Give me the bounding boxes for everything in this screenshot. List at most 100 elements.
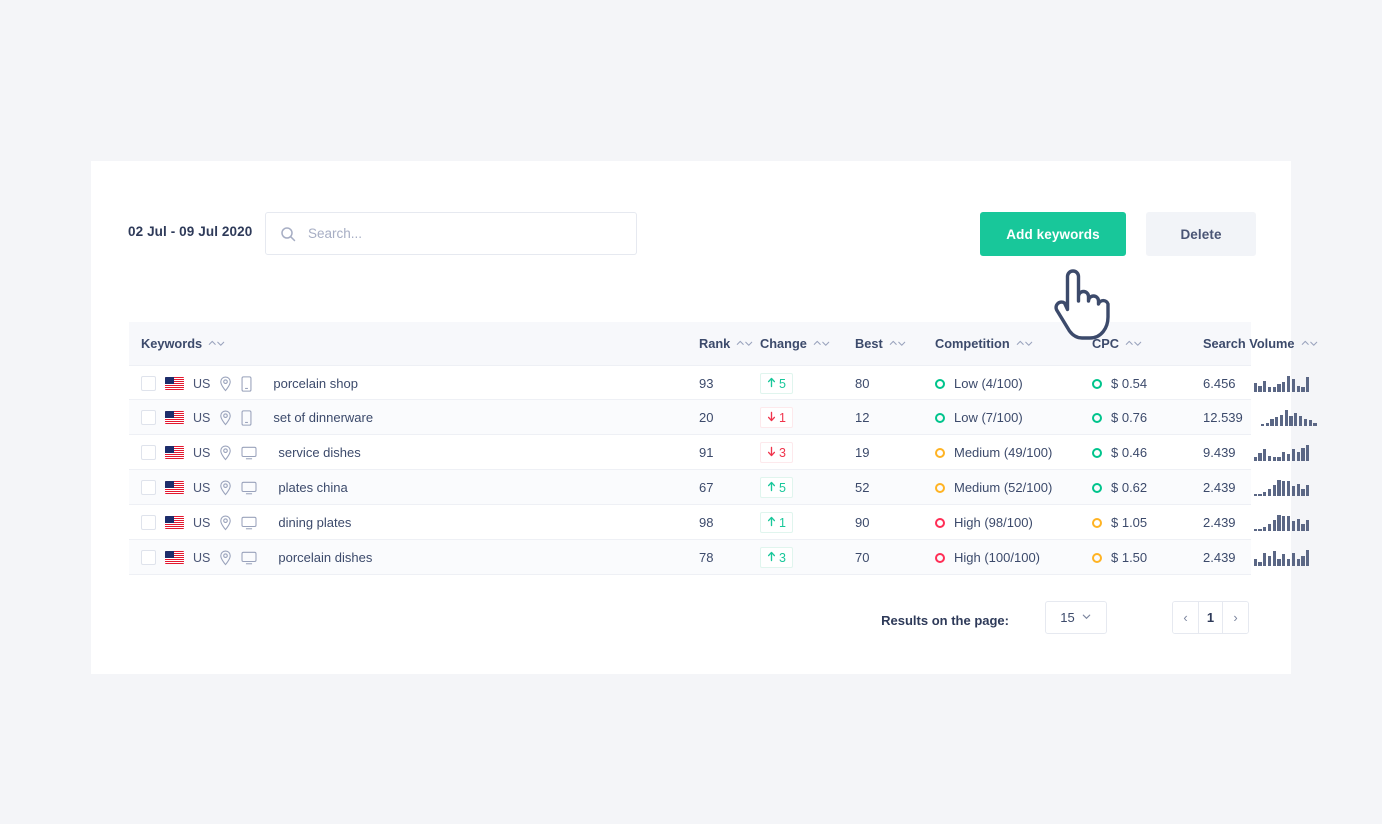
column-header-rank[interactable]: Rank [699,322,753,365]
keyword-text[interactable]: set of dinnerware [273,410,373,425]
search-input[interactable] [306,213,636,254]
keyword-cell: US plates china [141,470,348,505]
competition-cell: Low (4/100) [935,366,1023,401]
table-row[interactable]: US dining plates 98 1 90 High (98/100) $… [129,505,1310,540]
column-header-label: CPC [1092,336,1120,351]
column-header-keywords[interactable]: Keywords [141,322,225,365]
search-volume-sparkline [1253,479,1310,496]
flag-icon-us [165,516,184,529]
row-checkbox[interactable] [141,550,156,565]
search-icon [280,226,296,242]
table-row[interactable]: US set of dinnerware 20 1 12 Low (7/100)… [129,400,1317,435]
table-row[interactable]: US porcelain dishes 78 3 70 High (100/10… [129,540,1310,575]
keyword-text[interactable]: dining plates [278,515,351,530]
next-page-button[interactable]: › [1223,602,1248,633]
rank-value: 91 [699,445,714,460]
results-per-page-value: 15 [1060,610,1075,625]
row-checkbox[interactable] [141,445,156,460]
change-badge-up: 5 [760,373,793,394]
device-mobile-icon [241,409,252,426]
column-header-cpc[interactable]: CPC [1092,322,1142,365]
device-desktop-icon [241,446,257,460]
app-screen: 02 Jul - 09 Jul 2020 Add keywords Delete… [0,0,1382,824]
change-value: 3 [779,445,786,460]
flag-icon-us [165,481,184,494]
search-field[interactable] [265,212,637,255]
table-header-row: Keywords Rank Change Best Competition CP… [129,322,1317,365]
country-code: US [193,515,211,530]
change-value: 5 [779,480,786,495]
keyword-text[interactable]: porcelain dishes [278,550,372,565]
rank-value: 20 [699,410,714,425]
row-checkbox[interactable] [141,515,156,530]
keyword-text[interactable]: plates china [278,480,347,495]
column-header-label: Change [760,336,807,351]
page-number-1[interactable]: 1 [1198,602,1223,633]
row-checkbox[interactable] [141,480,156,495]
search-volume-value: 6.456 [1203,376,1236,391]
sort-icon[interactable] [1301,339,1318,348]
change-cell: 1 [760,400,793,435]
competition-text: Medium (49/100) [954,445,1053,460]
sort-icon[interactable] [889,339,906,348]
row-checkbox[interactable] [141,410,156,425]
competition-indicator-high [935,552,945,563]
sort-icon[interactable] [208,339,225,348]
country-code: US [193,376,211,391]
arrow-up-icon [767,551,776,565]
cpc-value: $ 0.46 [1111,445,1148,460]
location-pin-icon [219,410,232,426]
best-value: 70 [855,550,870,565]
table-row[interactable]: US service dishes 91 3 19 Medium (49/100… [129,435,1310,470]
prev-page-button[interactable]: ‹ [1173,602,1198,633]
country-code: US [193,480,211,495]
column-header-search_volume[interactable]: Search Volume [1203,322,1318,365]
arrow-down-icon [767,446,776,460]
column-header-competition[interactable]: Competition [935,322,1033,365]
change-cell: 1 [760,505,793,540]
search-volume-cell: 2.439 [1203,540,1310,575]
column-header-change[interactable]: Change [760,322,830,365]
results-per-page-select[interactable]: 15 [1045,601,1107,634]
cpc-cell: $ 0.62 [1092,470,1147,505]
rank-value: 78 [699,550,714,565]
keywords-table: Keywords Rank Change Best Competition CP… [129,322,1317,575]
sort-icon[interactable] [813,339,830,348]
keyword-cell: US service dishes [141,435,361,470]
device-mobile-icon [241,375,252,392]
search-volume-sparkline [1253,514,1310,531]
change-value: 5 [779,376,786,391]
country-code: US [193,550,211,565]
cpc-cell: $ 0.76 [1092,400,1147,435]
flag-icon-us [165,411,184,424]
chevron-down-icon [1081,610,1092,625]
table-row[interactable]: US porcelain shop 93 5 80 Low (4/100) $ … [129,365,1310,401]
sort-icon[interactable] [1125,339,1142,348]
competition-text: Low (4/100) [954,376,1023,391]
sort-icon[interactable] [1016,339,1033,348]
best-value: 19 [855,445,870,460]
competition-text: High (98/100) [954,515,1033,530]
cpc-cell: $ 1.50 [1092,540,1147,575]
add-keywords-button[interactable]: Add keywords [980,212,1126,256]
cpc-value: $ 1.05 [1111,515,1148,530]
keyword-text[interactable]: porcelain shop [273,376,358,391]
search-volume-value: 2.439 [1203,480,1236,495]
device-desktop-icon [241,551,257,565]
keyword-text[interactable]: service dishes [278,445,360,460]
search-volume-cell: 2.439 [1203,470,1310,505]
search-volume-cell: 9.439 [1203,435,1310,470]
results-per-page-label: Results on the page: [881,613,1009,628]
arrow-up-icon [767,377,776,391]
sort-icon[interactable] [736,339,753,348]
change-cell: 5 [760,366,793,401]
location-pin-icon [219,376,232,392]
cpc-cell: $ 1.05 [1092,505,1147,540]
table-row[interactable]: US plates china 67 5 52 Medium (52/100) … [129,470,1310,505]
rank-value: 98 [699,515,714,530]
delete-button[interactable]: Delete [1146,212,1256,256]
search-volume-value: 2.439 [1203,515,1236,530]
column-header-best[interactable]: Best [855,322,906,365]
search-volume-sparkline [1260,409,1317,426]
row-checkbox[interactable] [141,376,156,391]
